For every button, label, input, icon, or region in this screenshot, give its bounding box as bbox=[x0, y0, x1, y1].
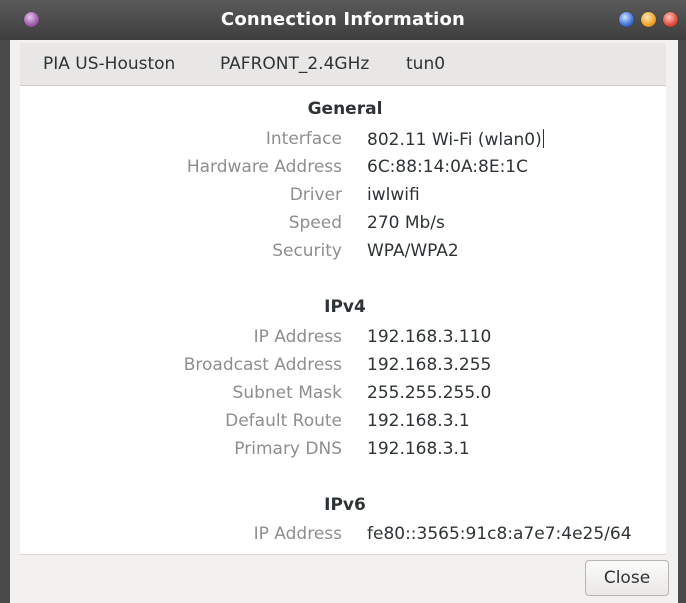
security-label: Security bbox=[272, 241, 342, 261]
ipv4-ip-address-label: IP Address bbox=[253, 327, 342, 347]
ipv4-heading: IPv4 bbox=[324, 297, 366, 317]
maximize-button[interactable] bbox=[641, 12, 656, 27]
window-title: Connection Information bbox=[220, 9, 466, 30]
ipv4-ip-address-value[interactable]: 192.168.3.110 bbox=[367, 327, 491, 347]
broadcast-address-label: Broadcast Address bbox=[183, 355, 342, 375]
hardware-address-value[interactable]: 6C:88:14:0A:8E:1C bbox=[367, 157, 528, 177]
default-route-label: Default Route bbox=[225, 411, 342, 431]
interface-value[interactable]: 802.11 Wi-Fi (wlan0) bbox=[367, 129, 544, 150]
connection-info-window: Connection Information PIA US-Houston PA… bbox=[0, 0, 686, 603]
close-button[interactable]: Close bbox=[585, 560, 669, 596]
title-bar[interactable]: Connection Information bbox=[0, 0, 686, 40]
general-heading: General bbox=[307, 99, 383, 119]
interface-label: Interface bbox=[265, 129, 342, 149]
tab-pafront-24ghz[interactable]: PAFRONT_2.4GHz bbox=[220, 43, 369, 85]
dialog-content: PIA US-Houston PAFRONT_2.4GHz tun0 Gener… bbox=[10, 40, 678, 603]
close-window-button[interactable] bbox=[663, 12, 678, 27]
default-route-value[interactable]: 192.168.3.1 bbox=[367, 411, 470, 431]
primary-dns-value[interactable]: 192.168.3.1 bbox=[367, 439, 470, 459]
text-cursor bbox=[542, 129, 544, 148]
security-value[interactable]: WPA/WPA2 bbox=[367, 241, 459, 261]
hardware-address-label: Hardware Address bbox=[186, 157, 342, 177]
subnet-mask-value[interactable]: 255.255.255.0 bbox=[367, 383, 491, 403]
ipv6-heading: IPv6 bbox=[324, 495, 366, 515]
tab-bar: PIA US-Houston PAFRONT_2.4GHz tun0 bbox=[20, 43, 666, 86]
tab-pia-us-houston[interactable]: PIA US-Houston bbox=[43, 43, 175, 85]
ipv6-ip-address-label: IP Address bbox=[253, 524, 342, 544]
info-panel: General Interface 802.11 Wi-Fi (wlan0) H… bbox=[20, 86, 666, 555]
subnet-mask-label: Subnet Mask bbox=[232, 383, 342, 403]
minimize-button[interactable] bbox=[619, 12, 634, 27]
tab-tun0[interactable]: tun0 bbox=[406, 43, 445, 85]
driver-label: Driver bbox=[289, 185, 342, 205]
speed-value[interactable]: 270 Mb/s bbox=[367, 213, 445, 233]
driver-value[interactable]: iwlwifi bbox=[367, 185, 420, 205]
speed-label: Speed bbox=[288, 213, 342, 233]
broadcast-address-value[interactable]: 192.168.3.255 bbox=[367, 355, 491, 375]
ipv6-ip-address-value[interactable]: fe80::3565:91c8:a7e7:4e25/64 bbox=[367, 524, 632, 544]
primary-dns-label: Primary DNS bbox=[234, 439, 342, 459]
interface-value-text: 802.11 Wi-Fi (wlan0) bbox=[367, 130, 542, 150]
